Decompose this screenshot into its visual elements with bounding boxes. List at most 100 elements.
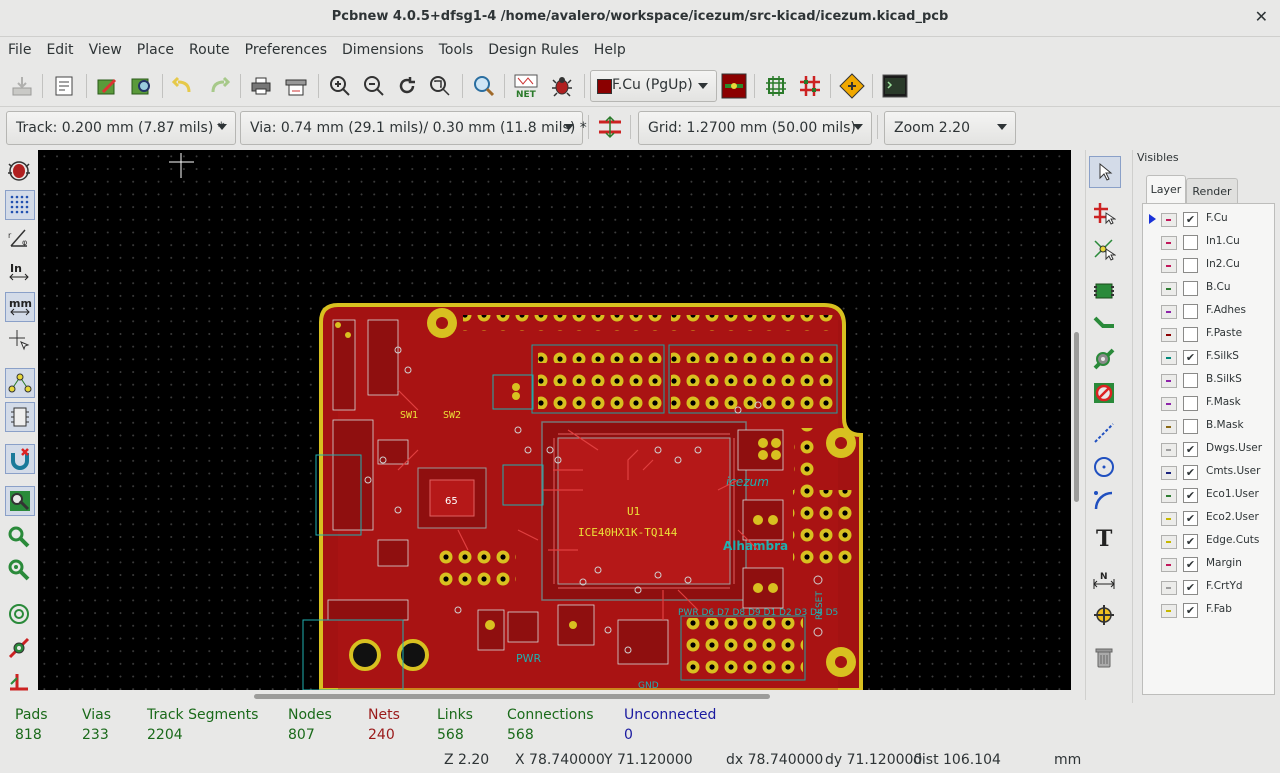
layer-row[interactable]: F.Paste	[1143, 322, 1274, 345]
add-arc-icon[interactable]	[1089, 486, 1119, 516]
delete-icon[interactable]	[1089, 642, 1119, 672]
layer-visibility-checkbox[interactable]	[1183, 419, 1198, 434]
menu-tools[interactable]: Tools	[431, 37, 481, 58]
menu-preferences[interactable]: Preferences	[237, 37, 334, 58]
layer-color-swatch[interactable]	[1161, 259, 1177, 273]
grid-toggle-icon[interactable]	[5, 190, 35, 220]
units-inch-icon[interactable]: In	[5, 258, 33, 286]
layer-row[interactable]: ✔ F.Fab	[1143, 598, 1274, 621]
menu-place[interactable]: Place	[129, 37, 181, 58]
zoom-in-icon[interactable]	[326, 72, 354, 100]
tab-layer[interactable]: Layer	[1146, 175, 1186, 203]
autoplace-icon[interactable]	[762, 72, 790, 100]
save-board-icon[interactable]	[8, 72, 36, 100]
auto-delete-track-icon[interactable]	[5, 444, 35, 474]
layer-visibility-checkbox[interactable]	[1183, 235, 1198, 250]
plot-icon[interactable]	[282, 72, 310, 100]
add-text-icon[interactable]: T	[1089, 522, 1119, 552]
layer-color-swatch[interactable]	[1161, 282, 1177, 296]
layer-row[interactable]: ✔ Dwgs.User	[1143, 437, 1274, 460]
drc-icon[interactable]	[548, 72, 576, 100]
active-layer-selector[interactable]: F.Cu (PgUp)	[590, 70, 717, 102]
layer-visibility-checkbox[interactable]	[1183, 396, 1198, 411]
layer-visibility-checkbox[interactable]: ✔	[1183, 212, 1198, 227]
library-browser-icon[interactable]	[127, 72, 155, 100]
layer-visibility-checkbox[interactable]	[1183, 281, 1198, 296]
layer-color-swatch[interactable]	[1161, 420, 1177, 434]
horizontal-scroll-thumb[interactable]	[254, 694, 770, 699]
auto-track-width-icon[interactable]	[596, 113, 624, 141]
layer-color-swatch[interactable]	[1161, 305, 1177, 319]
units-mm-icon[interactable]: mm	[5, 292, 35, 322]
layer-color-swatch[interactable]	[1161, 581, 1177, 595]
show-zone-outlines-icon[interactable]	[5, 522, 33, 550]
highlight-net-icon[interactable]	[1089, 198, 1119, 228]
local-ratsnest-icon[interactable]	[1089, 234, 1119, 264]
layer-visibility-checkbox[interactable]: ✔	[1183, 534, 1198, 549]
layer-row[interactable]: In2.Cu	[1143, 253, 1274, 276]
vias-sketch-icon[interactable]	[5, 634, 33, 662]
layer-row[interactable]: F.Adhes	[1143, 299, 1274, 322]
redraw-icon[interactable]	[393, 72, 421, 100]
autoroute-icon[interactable]	[796, 72, 824, 100]
layer-row[interactable]: F.Mask	[1143, 391, 1274, 414]
layer-row[interactable]: B.Mask	[1143, 414, 1274, 437]
add-circle-icon[interactable]	[1089, 452, 1119, 482]
menu-route[interactable]: Route	[181, 37, 237, 58]
layer-visibility-checkbox[interactable]: ✔	[1183, 557, 1198, 572]
page-settings-icon[interactable]	[50, 72, 78, 100]
layer-color-swatch[interactable]	[1161, 558, 1177, 572]
menu-view[interactable]: View	[81, 37, 129, 58]
layer-row[interactable]: ✔ F.Cu	[1143, 207, 1274, 230]
layer-visibility-checkbox[interactable]	[1183, 327, 1198, 342]
layer-color-swatch[interactable]	[1161, 374, 1177, 388]
layer-row[interactable]: ✔ Eco1.User	[1143, 483, 1274, 506]
add-dimension-icon[interactable]: N	[1089, 566, 1119, 596]
zoom-fit-icon[interactable]	[426, 72, 454, 100]
horizontal-scrollbar[interactable]	[38, 690, 1071, 702]
menu-dimensions[interactable]: Dimensions	[334, 37, 431, 58]
layer-visibility-checkbox[interactable]: ✔	[1183, 511, 1198, 526]
layer-visibility-checkbox[interactable]: ✔	[1183, 580, 1198, 595]
layer-visibility-checkbox[interactable]: ✔	[1183, 465, 1198, 480]
layer-visibility-checkbox[interactable]: ✔	[1183, 442, 1198, 457]
close-window-button[interactable]: ✕	[1255, 7, 1268, 26]
layer-color-swatch[interactable]	[1161, 397, 1177, 411]
add-footprint-icon[interactable]	[1089, 276, 1119, 306]
vertical-scrollbar[interactable]	[1071, 150, 1083, 690]
show-filled-zones-icon[interactable]	[5, 486, 35, 516]
cursor-shape-icon[interactable]	[5, 326, 33, 354]
undo-icon[interactable]	[169, 72, 197, 100]
layer-visibility-checkbox[interactable]: ✔	[1183, 488, 1198, 503]
layer-color-swatch[interactable]	[1161, 535, 1177, 549]
zoom-out-icon[interactable]	[360, 72, 388, 100]
find-icon[interactable]	[470, 72, 498, 100]
tracks-sketch-icon[interactable]	[5, 668, 33, 696]
layer-row[interactable]: ✔ Margin	[1143, 552, 1274, 575]
select-arrow-icon[interactable]	[1089, 156, 1121, 188]
layer-color-swatch[interactable]	[1161, 604, 1177, 618]
module-ratsnest-icon[interactable]	[5, 402, 35, 432]
zoom-select[interactable]: Zoom 2.20	[884, 111, 1016, 145]
pads-sketch-icon[interactable]	[5, 600, 33, 628]
add-target-icon[interactable]	[1089, 600, 1119, 630]
hide-zones-icon[interactable]	[5, 556, 33, 584]
ratsnest-icon[interactable]	[5, 368, 35, 398]
layer-pair-icon[interactable]	[720, 72, 748, 100]
drc-off-icon[interactable]	[5, 156, 33, 184]
scripting-console-icon[interactable]	[881, 72, 909, 100]
layer-color-swatch[interactable]	[1161, 489, 1177, 503]
library-editor-icon[interactable]	[93, 72, 121, 100]
layer-color-swatch[interactable]	[1161, 236, 1177, 250]
netlist-icon[interactable]: NET	[512, 72, 540, 100]
menu-file[interactable]: File	[0, 37, 38, 58]
layer-row[interactable]: B.SilkS	[1143, 368, 1274, 391]
vertical-scroll-thumb[interactable]	[1074, 332, 1079, 502]
menu-design-rules[interactable]: Design Rules	[480, 37, 586, 58]
menu-edit[interactable]: Edit	[38, 37, 80, 58]
layer-row[interactable]: In1.Cu	[1143, 230, 1274, 253]
layer-color-swatch[interactable]	[1161, 351, 1177, 365]
print-icon[interactable]	[247, 72, 275, 100]
redo-icon[interactable]	[205, 72, 233, 100]
layer-row[interactable]: B.Cu	[1143, 276, 1274, 299]
